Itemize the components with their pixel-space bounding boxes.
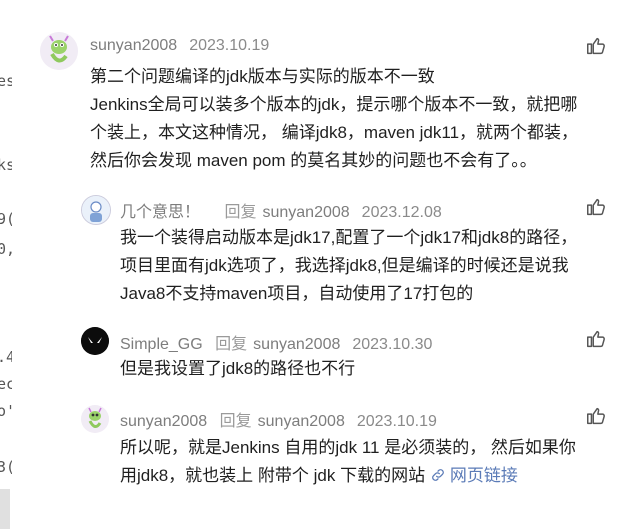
reply-target[interactable]: sunyan2008 <box>253 336 340 353</box>
reply-target[interactable]: sunyan2008 <box>262 204 349 221</box>
comment-line: 然后你会发现 maven pom 的莫名其妙的问题也不会有了。。 <box>90 151 537 170</box>
avatar-image <box>40 32 78 70</box>
edge-text: 3( <box>0 458 12 476</box>
author-name[interactable]: sunyan2008 <box>90 37 177 54</box>
edge-text: ec <box>0 375 12 393</box>
avatar-image <box>81 327 109 355</box>
comment-meta: sunyan2008 2023.10.19 <box>90 37 275 55</box>
edge-text: 9( <box>0 210 12 228</box>
avatar[interactable] <box>81 195 111 225</box>
reply-meta: Simple_GG 回复 sunyan2008 2023.10.30 <box>120 330 438 354</box>
author-name[interactable]: 几个意思！ <box>120 204 200 221</box>
comment-date: 2023.10.19 <box>356 413 437 430</box>
avatar[interactable] <box>81 327 109 355</box>
comment-line: 用jdk8，就也装上 附带个 jdk 下载的网站 <box>120 466 426 485</box>
edge-text: ks <box>0 156 12 174</box>
comment-line: Jenkins全局可以装多个版本的jdk，提示哪个版本不一致，就把哪 <box>90 95 578 114</box>
avatar[interactable] <box>81 405 109 433</box>
reply-meta: sunyan2008 回复 sunyan2008 2023.10.19 <box>120 407 443 431</box>
thumbs-up-icon[interactable] <box>585 196 607 218</box>
web-link[interactable]: 网页链接 <box>430 466 518 485</box>
comment-line: 我一个装得启动版本是jdk17,配置了一个jdk17和jdk8的路径， <box>120 228 578 247</box>
comment-line: 所以呢，就是Jenkins 自用的jdk 11 是必须装的， 然后如果你 <box>120 438 576 457</box>
author-name[interactable]: sunyan2008 <box>120 413 207 430</box>
comment-date: 2023.10.30 <box>352 336 433 353</box>
comment-line: 个装上，本文这种情况， 编译jdk8，maven jdk11，就两个都装， <box>90 123 579 142</box>
edge-text: .4 <box>0 348 12 366</box>
edge-text: o' <box>0 402 12 420</box>
link-icon <box>430 464 446 492</box>
reply-body: 我一个装得启动版本是jdk17,配置了一个jdk17和jdk8的路径， 项目里面… <box>120 224 600 308</box>
comment-date: 2023.10.19 <box>189 37 270 54</box>
comment-line: 但是我设置了jdk8的路径也不行 <box>120 359 356 378</box>
reply-label: 回复 <box>219 413 252 430</box>
reply-body: 但是我设置了jdk8的路径也不行 <box>120 355 600 383</box>
reply-meta: 几个意思！ 回复 sunyan2008 2023.12.08 <box>120 198 448 222</box>
left-edge-fragment: es ks 9( 0, .4 ec o' 3( <box>0 0 12 529</box>
edge-text: es <box>0 72 12 90</box>
edge-text: 0, <box>0 240 12 258</box>
reply-target[interactable]: sunyan2008 <box>258 413 345 430</box>
reply-body: 所以呢，就是Jenkins 自用的jdk 11 是必须装的， 然后如果你 用jd… <box>120 434 610 492</box>
avatar[interactable] <box>40 32 78 70</box>
author-name[interactable]: Simple_GG <box>120 336 203 353</box>
comment-line-with-link: 用jdk8，就也装上 附带个 jdk 下载的网站 网页链接 <box>120 462 610 492</box>
web-link-label: 网页链接 <box>449 466 518 485</box>
avatar-image <box>82 196 110 224</box>
avatar-image <box>81 405 109 433</box>
thumbs-up-icon[interactable] <box>585 328 607 350</box>
thumbs-up-icon[interactable] <box>585 35 607 57</box>
scroll-shadow <box>0 489 10 529</box>
reply-label: 回复 <box>215 336 248 353</box>
comment-line: 第二个问题编译的jdk版本与实际的版本不一致 <box>90 67 435 86</box>
comment-line: 项目里面有jdk选项了，我选择jdk8,但是编译的时候还是说我 <box>120 256 569 275</box>
comment-line: Java8不支持maven项目，自动使用了17打包的 <box>120 284 474 303</box>
reply-label: 回复 <box>224 204 257 221</box>
comment-body: 第二个问题编译的jdk版本与实际的版本不一致 Jenkins全局可以装多个版本的… <box>90 63 600 175</box>
thumbs-up-icon[interactable] <box>585 405 607 427</box>
comment-date: 2023.12.08 <box>361 204 442 221</box>
